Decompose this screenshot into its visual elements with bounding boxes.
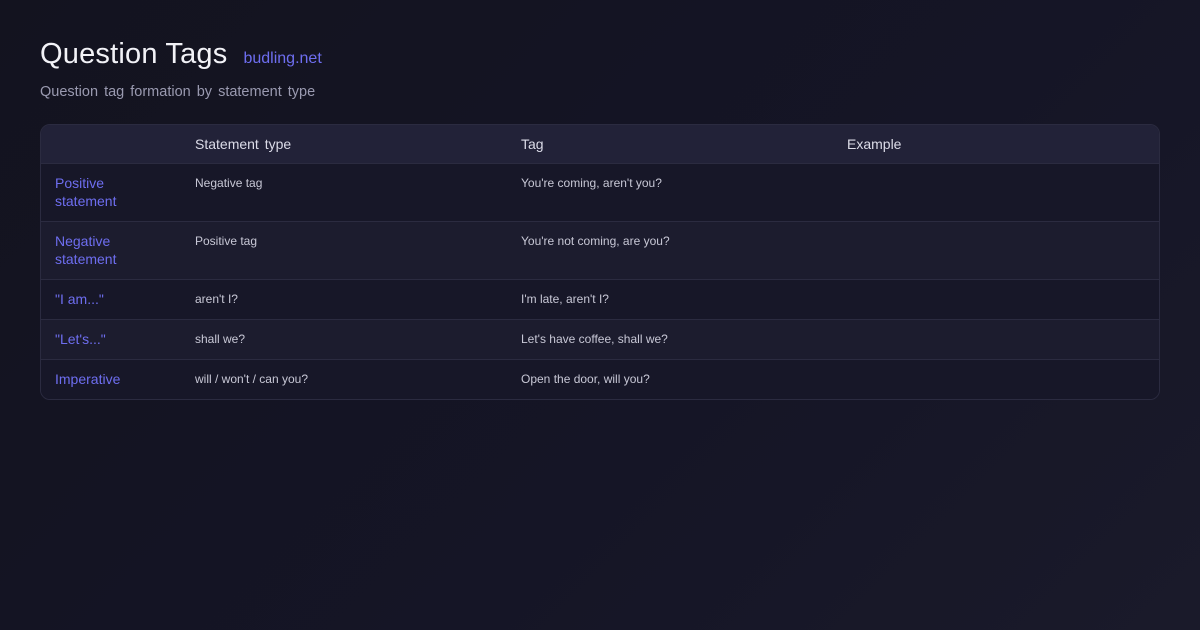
cell-statement-type: aren't I? <box>195 292 238 306</box>
cell-tag: You're coming, aren't you? <box>521 176 662 190</box>
table-row: "Let's..." shall we? Let's have coffee, … <box>41 319 1159 360</box>
title-row: Question Tags budling.net <box>40 38 1160 71</box>
column-header-statement-type: Statement type <box>181 125 507 164</box>
column-header-tag: Tag <box>507 125 833 164</box>
row-label: Imperative <box>55 371 121 387</box>
page-subtitle: Question tag formation by statement type <box>40 84 316 100</box>
page-header: Question Tags budling.net Question tag f… <box>40 38 1160 100</box>
cell-statement-type: will / won't / can you? <box>195 372 309 386</box>
table-row: Positive statement Negative tag You're c… <box>41 163 1159 222</box>
row-label: Positive statement <box>55 175 117 209</box>
question-tags-table: Statement type Tag Example Positive stat… <box>40 124 1160 400</box>
column-header-label <box>41 125 181 164</box>
row-label: "I am..." <box>55 291 104 307</box>
page-title: Question Tags <box>40 38 228 70</box>
row-label: Negative statement <box>55 233 117 267</box>
brand-link[interactable]: budling.net <box>243 50 321 68</box>
cell-tag: Let's have coffee, shall we? <box>521 332 668 346</box>
cell-example <box>833 222 1159 280</box>
table-row: "I am..." aren't I? I'm late, aren't I? <box>41 279 1159 320</box>
cell-statement-type: shall we? <box>195 332 246 346</box>
cell-tag: I'm late, aren't I? <box>521 292 609 306</box>
row-label: "Let's..." <box>55 331 106 347</box>
column-header-example: Example <box>833 125 1159 164</box>
cell-tag: You're not coming, are you? <box>521 234 670 248</box>
cell-statement-type: Negative tag <box>195 176 263 190</box>
cell-tag: Open the door, will you? <box>521 372 650 386</box>
cell-example <box>833 360 1159 400</box>
cell-example <box>833 320 1159 360</box>
cell-example <box>833 280 1159 320</box>
table-header: Statement type Tag Example <box>41 125 1159 164</box>
cell-statement-type: Positive tag <box>195 234 258 248</box>
table-body: Positive statement Negative tag You're c… <box>41 163 1159 400</box>
table: Statement type Tag Example Positive stat… <box>41 125 1159 399</box>
table-header-row: Statement type Tag Example <box>41 125 1159 164</box>
cell-example <box>833 164 1159 222</box>
table-row: Negative statement Positive tag You're n… <box>41 221 1159 280</box>
table-row: Imperative will / won't / can you? Open … <box>41 359 1159 400</box>
